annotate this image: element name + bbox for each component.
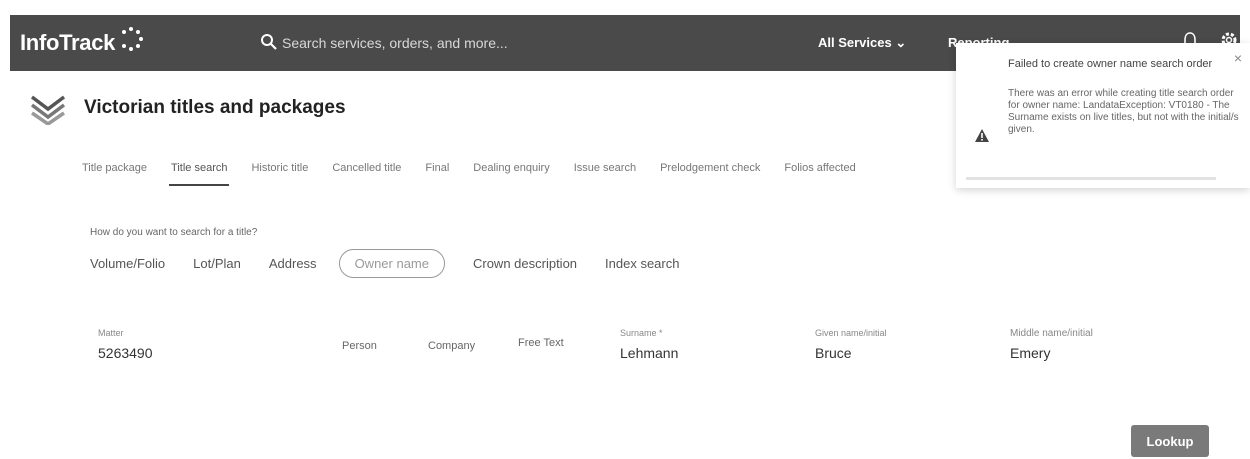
- given-name-input[interactable]: [815, 345, 965, 361]
- search-type-question: How do you want to search for a title?: [90, 227, 258, 238]
- middle-name-label: Middle name/initial: [1010, 328, 1093, 339]
- error-toast: Failed to create owner name search order…: [956, 43, 1250, 188]
- free-text-option[interactable]: Free Text: [518, 337, 564, 349]
- tab-dealing-enquiry[interactable]: Dealing enquiry: [471, 162, 551, 186]
- tab-final[interactable]: Final: [423, 162, 451, 186]
- warning-icon: [975, 129, 989, 142]
- surname-label: Surname *: [620, 328, 663, 338]
- page-title: Victorian titles and packages: [84, 97, 346, 118]
- tab-prelodgement-check[interactable]: Prelodgement check: [658, 162, 762, 186]
- tab-historic-title[interactable]: Historic title: [249, 162, 310, 186]
- surname-input[interactable]: [620, 345, 770, 361]
- search-type-lot-plan[interactable]: Lot/Plan: [193, 256, 241, 271]
- search-type-crown-description[interactable]: Crown description: [473, 256, 577, 271]
- matter-label: Matter: [98, 328, 124, 338]
- search-type-owner-name[interactable]: Owner name: [338, 249, 445, 278]
- tab-cancelled-title[interactable]: Cancelled title: [330, 162, 403, 186]
- chevron-stack-icon: [30, 95, 66, 125]
- service-tabs: Title package Title search Historic titl…: [80, 162, 878, 186]
- search-type-options: Volume/Folio Lot/Plan Address Owner name…: [90, 249, 707, 278]
- tab-issue-search[interactable]: Issue search: [572, 162, 638, 186]
- given-name-label: Given name/initial: [815, 328, 887, 338]
- middle-name-input[interactable]: [1010, 345, 1160, 361]
- matter-input[interactable]: [98, 345, 278, 361]
- search-type-volume-folio[interactable]: Volume/Folio: [90, 256, 165, 271]
- logo-dots-icon: [122, 27, 143, 51]
- lookup-button[interactable]: Lookup: [1131, 425, 1209, 457]
- tab-title-search[interactable]: Title search: [169, 162, 230, 186]
- search-type-index-search[interactable]: Index search: [605, 256, 679, 271]
- company-option[interactable]: Company: [428, 340, 475, 352]
- tab-title-package[interactable]: Title package: [80, 162, 149, 186]
- person-option[interactable]: Person: [342, 340, 377, 352]
- search-icon[interactable]: [260, 33, 278, 51]
- global-search-input[interactable]: [282, 31, 802, 55]
- tab-folios-affected[interactable]: Folios affected: [782, 162, 857, 186]
- toast-title: Failed to create owner name search order: [1008, 58, 1213, 70]
- infotrack-logo[interactable]: InfoTrack: [20, 30, 115, 56]
- close-icon[interactable]: ×: [1234, 50, 1242, 66]
- toast-progress-bar: [966, 177, 1216, 180]
- toast-message: There was an error while creating title …: [1008, 88, 1239, 135]
- all-services-dropdown[interactable]: All Services ⌄: [818, 35, 906, 51]
- search-type-address[interactable]: Address: [269, 256, 317, 271]
